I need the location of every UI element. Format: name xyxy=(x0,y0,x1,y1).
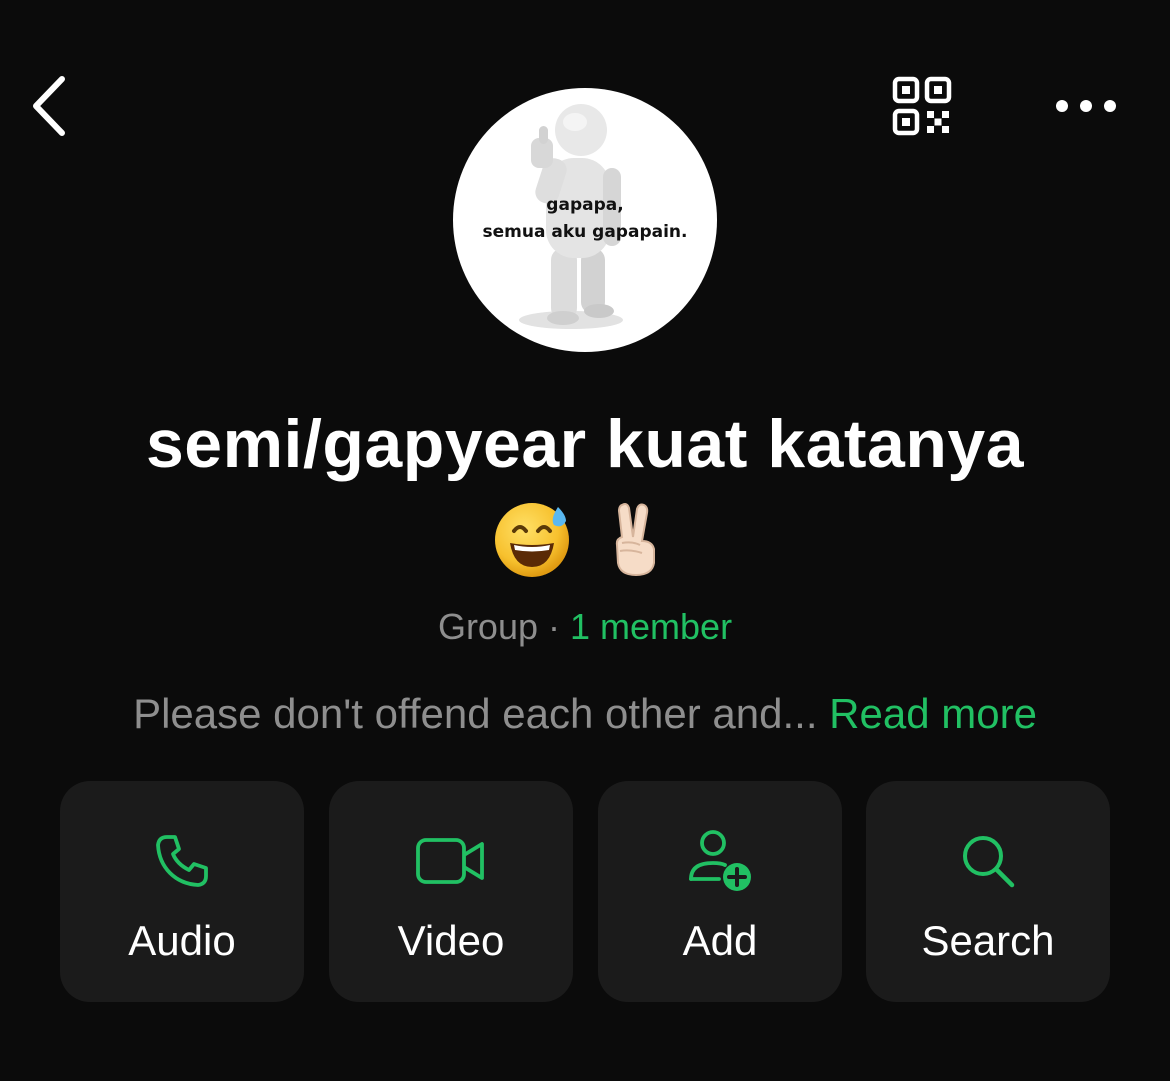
audio-button-label: Audio xyxy=(128,917,236,964)
subtitle-separator: · xyxy=(538,606,570,647)
group-type-label: Group xyxy=(437,606,538,647)
back-button[interactable] xyxy=(20,70,76,142)
audio-call-button[interactable]: Audio xyxy=(60,781,304,1002)
add-user-icon xyxy=(689,830,751,891)
video-button-label: Video xyxy=(397,917,505,964)
avatar-caption: gapapa, semua aku gapapain. xyxy=(453,192,717,246)
group-name: semi/gapyear kuat katanya xyxy=(145,406,1025,482)
group-description: Please don't offend each other and... Re… xyxy=(0,688,1170,740)
member-count-link[interactable]: 1 member xyxy=(570,606,732,647)
action-buttons: Audio Video Add Search xyxy=(60,781,1110,1002)
read-more-link[interactable]: Read more xyxy=(829,690,1037,737)
qr-code-button[interactable] xyxy=(886,70,958,142)
search-button-label: Search xyxy=(921,917,1055,964)
more-options-button[interactable] xyxy=(1050,80,1122,132)
add-member-button[interactable]: Add xyxy=(598,781,842,1002)
qr-code-icon xyxy=(892,76,952,136)
video-call-button[interactable]: Video xyxy=(329,781,573,1002)
search-button[interactable]: Search xyxy=(866,781,1110,1002)
chevron-left-icon xyxy=(33,76,65,136)
victory-hand-icon xyxy=(615,503,655,577)
group-subtitle: Group · 1 member xyxy=(0,604,1170,650)
avatar-caption-line1: gapapa, xyxy=(546,195,624,215)
phone-icon xyxy=(156,835,208,887)
video-camera-icon xyxy=(416,838,484,884)
search-icon xyxy=(963,836,1015,888)
add-button-label: Add xyxy=(682,917,758,964)
description-text: Please don't offend each other and... xyxy=(133,690,818,737)
grinning-face-with-sweat-icon xyxy=(495,503,569,577)
group-avatar[interactable]: gapapa, semua aku gapapain. xyxy=(453,88,717,352)
group-name-emojis xyxy=(0,496,1170,580)
avatar-caption-line2: semua aku gapapain. xyxy=(482,222,688,242)
more-horizontal-icon xyxy=(1056,100,1116,112)
